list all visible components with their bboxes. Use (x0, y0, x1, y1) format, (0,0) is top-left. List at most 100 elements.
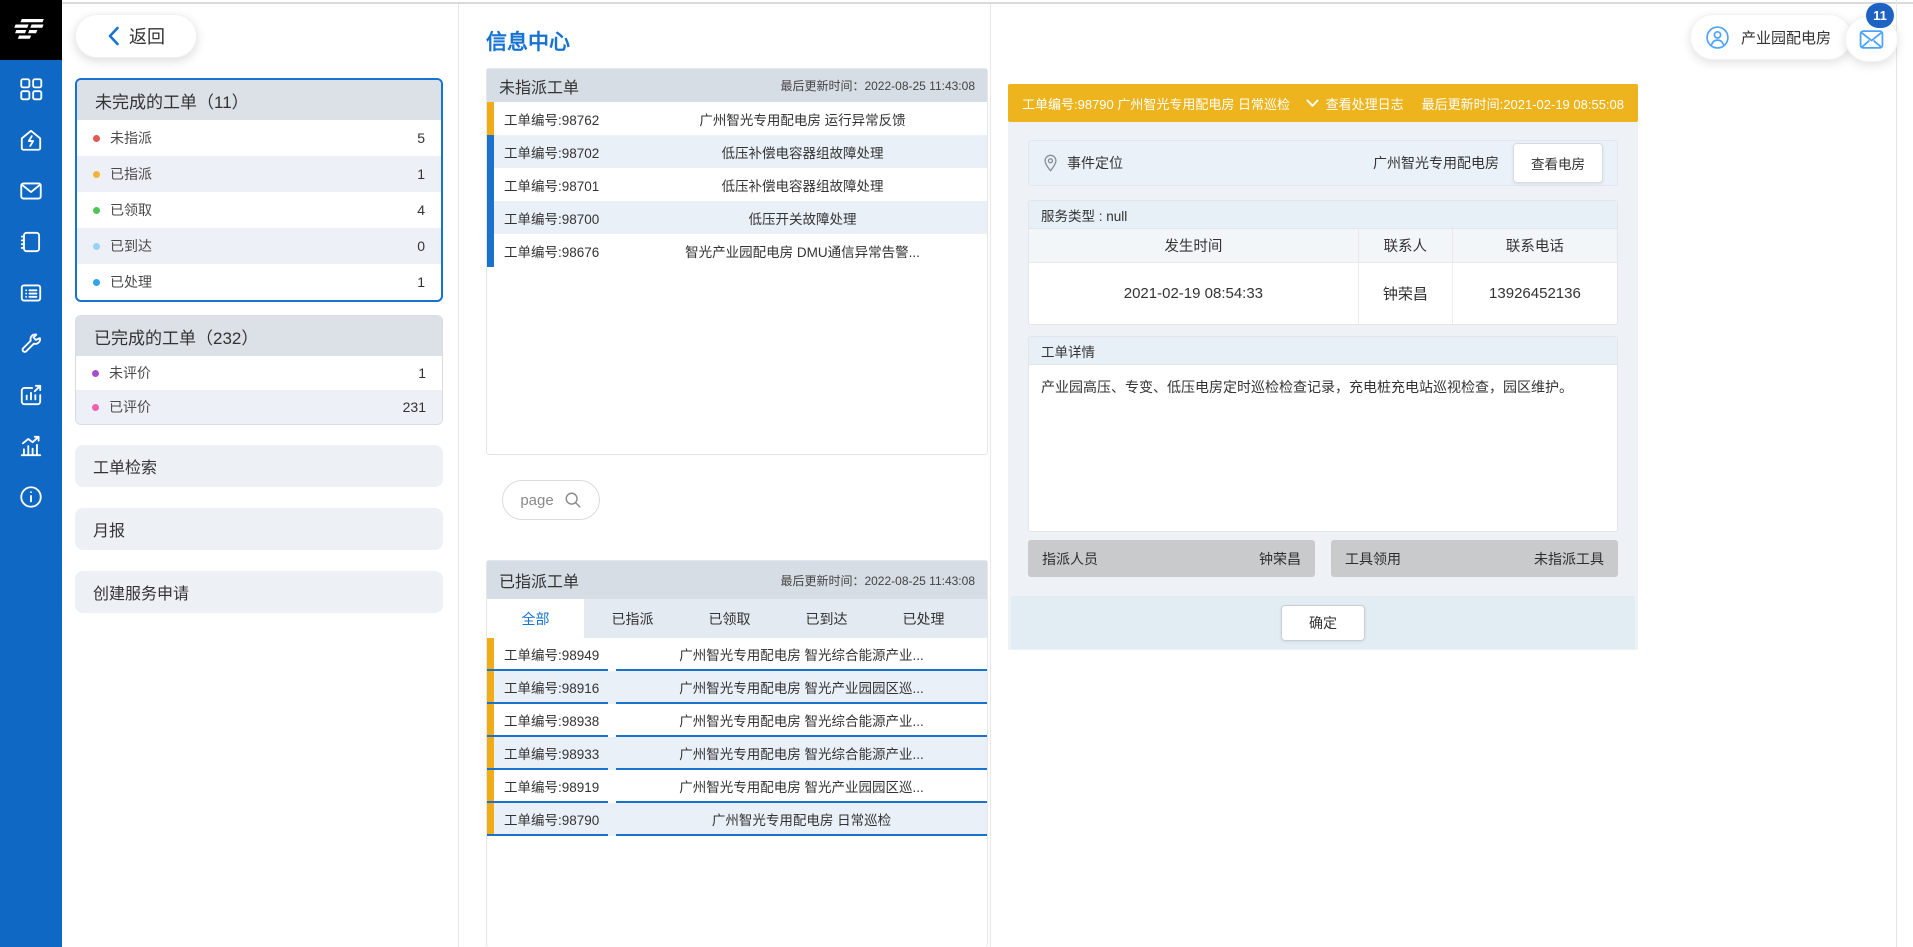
order-desc: 低压补偿电容器组故障处理 (618, 168, 987, 201)
nav-messages-icon[interactable] (17, 178, 45, 204)
nav-info-icon[interactable] (17, 484, 45, 510)
app-screen: 返回 未完成的工单（11） 未指派 5 已指派 1 已领取 4 已到达 0 已处… (0, 0, 1913, 947)
order-number: 工单编号:98762 (504, 102, 618, 135)
order-number: 工单编号:98676 (504, 234, 618, 267)
assignment-pills: 指派人员 钟荣昌 工具领用 未指派工具 (1028, 540, 1618, 577)
link-monthly-report[interactable]: 月报 (75, 508, 443, 550)
confirm-button[interactable]: 确定 (1281, 605, 1365, 641)
status-row-rated[interactable]: 已评价 231 (76, 390, 442, 424)
status-row-assigned[interactable]: 已指派 1 (77, 156, 441, 192)
order-number: 工单编号:98916 (504, 671, 599, 702)
order-row[interactable]: 工单编号:98949 广州智光专用配电房 智光综合能源产业... (487, 638, 987, 671)
order-number: 工单编号:98700 (504, 201, 618, 234)
unfinished-orders-card: 未完成的工单（11） 未指派 5 已指派 1 已领取 4 已到达 0 已处理 1 (75, 78, 443, 302)
status-row-processed[interactable]: 已处理 1 (77, 264, 441, 300)
tab-assigned[interactable]: 已指派 (584, 599, 681, 638)
order-row[interactable]: 工单编号:98933 广州智光专用配电房 智光综合能源产业... (487, 737, 987, 770)
order-number: 工单编号:98701 (504, 168, 618, 201)
finished-orders-card: 已完成的工单（232） 未评价 1 已评价 231 (75, 315, 443, 425)
back-button-label: 返回 (129, 23, 165, 49)
contact-name-value: 钟荣昌 (1358, 262, 1452, 324)
link-label: 创建服务申请 (93, 580, 189, 604)
order-status-bar (487, 102, 494, 135)
col-occur-time: 发生时间 (1029, 229, 1358, 262)
view-power-room-button[interactable]: 查看电房 (1513, 143, 1603, 183)
link-label: 工单检索 (93, 454, 157, 478)
user-account-label: 产业园配电房 (1741, 27, 1831, 48)
user-account-chip[interactable]: 产业园配电房 (1690, 14, 1852, 60)
brand-logo[interactable] (0, 0, 62, 60)
status-dot (93, 135, 100, 142)
order-row[interactable]: 工单编号:98676 智光产业园配电房 DMU通信异常告警... (487, 234, 987, 267)
order-status-bar (487, 234, 494, 267)
status-count: 1 (417, 274, 425, 290)
order-desc: 广州智光专用配电房 智光产业园园区巡... (616, 770, 987, 803)
link-label: 月报 (93, 517, 125, 541)
nav-home-energy-icon[interactable] (17, 127, 45, 153)
order-detail-panel: 工单编号:98790 广州智光专用配电房 日常巡检 查看处理日志 最后更新时间:… (1008, 84, 1638, 650)
nav-dashboard-icon[interactable] (17, 76, 45, 102)
order-row[interactable]: 工单编号:98916 广州智光专用配电房 智光产业园园区巡... (487, 671, 987, 704)
tab-arrived[interactable]: 已到达 (778, 599, 875, 638)
order-row[interactable]: 工单编号:98762 广州智光专用配电房 运行异常反馈 (487, 102, 987, 135)
user-icon (1705, 25, 1730, 50)
link-order-search[interactable]: 工单检索 (75, 445, 443, 487)
contact-phone-value: 13926452136 (1452, 262, 1617, 324)
order-number: 工单编号:98702 (504, 135, 618, 168)
nav-statistics-trend-icon[interactable] (17, 433, 45, 459)
nav-report-chart-icon[interactable] (17, 382, 45, 408)
tab-all[interactable]: 全部 (487, 599, 584, 638)
unassigned-panel-header: 未指派工单 最后更新时间：2022-08-25 11:43:08 (487, 69, 987, 102)
assignee-value: 钟荣昌 (1259, 549, 1301, 569)
map-pin-icon (1043, 154, 1058, 172)
event-location-card: 事件定位 广州智光专用配电房 查看电房 (1028, 140, 1618, 186)
event-location-value: 广州智光专用配电房 (1373, 153, 1499, 173)
view-process-log-label: 查看处理日志 (1326, 94, 1404, 113)
status-row-claimed[interactable]: 已领取 4 (77, 192, 441, 228)
status-count: 1 (417, 166, 425, 182)
tab-claimed[interactable]: 已领取 (681, 599, 778, 638)
status-label: 已指派 (110, 164, 417, 184)
nav-tools-wrench-icon[interactable] (17, 331, 45, 357)
order-row[interactable]: 工单编号:98919 广州智光专用配电房 智光产业园园区巡... (487, 770, 987, 803)
order-status-bar (487, 770, 494, 801)
order-desc: 广州智光专用配电房 智光综合能源产业... (616, 638, 987, 671)
order-row[interactable]: 工单编号:98702 低压补偿电容器组故障处理 (487, 135, 987, 168)
order-detail-header: 工单编号:98790 广州智光专用配电房 日常巡检 查看处理日志 最后更新时间:… (1008, 84, 1638, 122)
unread-count-badge: 11 (1866, 3, 1894, 28)
assigned-panel-header: 已指派工单 最后更新时间：2022-08-25 11:43:08 (487, 561, 987, 599)
nav-work-orders-icon[interactable] (17, 280, 45, 306)
order-detail-card: 工单详情 产业园高压、专变、低压电房定时巡检检查记录，充电桩充电站巡视检查，园区… (1028, 336, 1618, 532)
status-count: 231 (403, 399, 426, 415)
left-column-divider (458, 4, 459, 947)
nav-notebook-icon[interactable] (17, 229, 45, 255)
panel-updated-time: 最后更新时间：2022-08-25 11:43:08 (780, 572, 975, 589)
tools-value: 未指派工具 (1534, 549, 1604, 569)
back-button[interactable]: 返回 (75, 14, 197, 58)
assignee-pill: 指派人员 钟荣昌 (1028, 540, 1315, 577)
order-status-bar (487, 704, 494, 735)
order-number: 工单编号:98790 (504, 803, 599, 834)
mail-icon (1859, 29, 1884, 50)
chevron-down-icon (1306, 99, 1319, 108)
center-column-divider (990, 4, 991, 947)
status-label: 未指派 (110, 128, 417, 148)
confirm-strip: 确定 (1011, 596, 1635, 649)
status-label: 已到达 (110, 236, 417, 256)
status-row-unrated[interactable]: 未评价 1 (76, 356, 442, 390)
right-edge-divider[interactable] (1896, 0, 1897, 947)
view-process-log-link[interactable]: 查看处理日志 (1306, 94, 1404, 113)
order-row[interactable]: 工单编号:98701 低压补偿电容器组故障处理 (487, 168, 987, 201)
status-count: 1 (418, 365, 426, 381)
order-row[interactable]: 工单编号:98938 广州智光专用配电房 智光综合能源产业... (487, 704, 987, 737)
status-row-arrived[interactable]: 已到达 0 (77, 228, 441, 264)
order-status-bar (487, 671, 494, 702)
page-search-control[interactable]: page (502, 480, 600, 520)
order-row-selected[interactable]: 工单编号:98790 广州智光专用配电房 日常巡检 (487, 803, 987, 836)
order-row[interactable]: 工单编号:98700 低压开关故障处理 (487, 201, 987, 234)
tab-processed[interactable]: 已处理 (875, 599, 972, 638)
status-row-unassigned[interactable]: 未指派 5 (77, 120, 441, 156)
link-create-service-request[interactable]: 创建服务申请 (75, 571, 443, 613)
status-label: 已领取 (110, 200, 417, 220)
panel-title: 已指派工单 (499, 568, 579, 592)
